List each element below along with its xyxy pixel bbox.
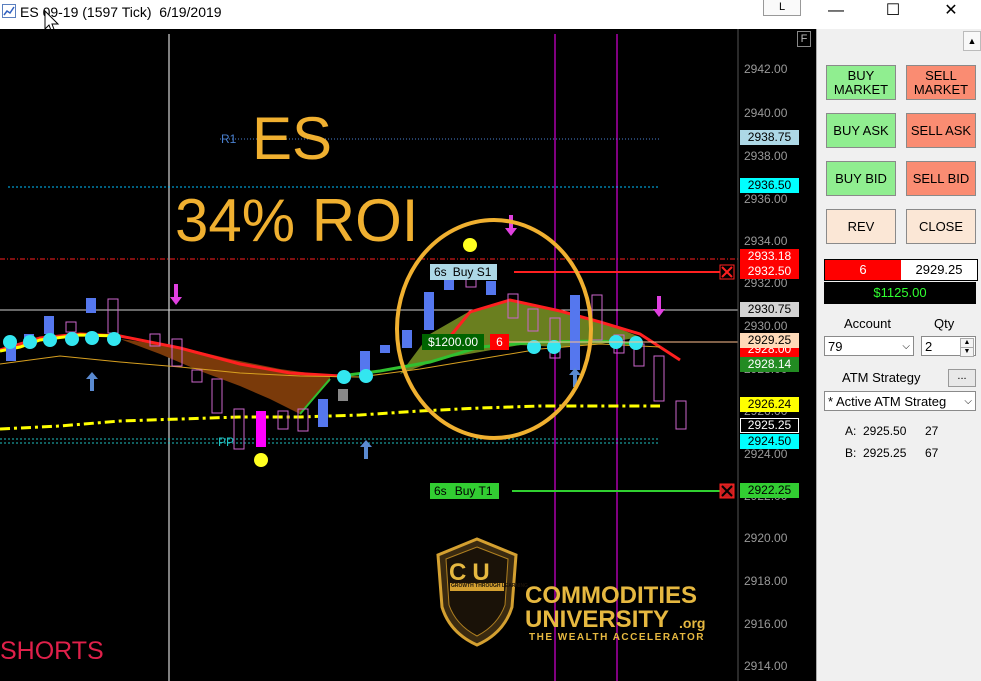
account-value: 79: [828, 339, 843, 354]
qty-label: Qty: [934, 316, 955, 331]
price-tick: 2914.00: [744, 659, 788, 673]
reverse-button[interactable]: REV: [826, 209, 896, 244]
position-display: 6 2929.25: [824, 259, 978, 281]
overlay-roi: 34% ROI: [175, 187, 419, 254]
scroll-up-button[interactable]: ▲: [963, 31, 981, 51]
sell-bid-button[interactable]: SELL BID: [906, 161, 976, 196]
order-entry-panel: ▲ BUY MARKET SELL MARKET BUY ASK SELL AS…: [816, 29, 981, 681]
price-tag-red-level: 2933.18: [740, 249, 799, 264]
position-price: 2929.25: [901, 260, 977, 280]
price-tick: 2916.00: [744, 617, 788, 631]
order-label: Buy S1: [450, 264, 498, 280]
position-qty: 6: [825, 260, 901, 280]
atm-strategy-label: ATM Strategy: [842, 370, 921, 385]
close-position-button[interactable]: CLOSE: [906, 209, 976, 244]
order-label: Buy T1: [450, 483, 499, 499]
commodities-university-logo: CU GROWTH THROUGH LEARNING COMMODITIES U…: [432, 537, 722, 647]
shield-icon: [436, 537, 518, 647]
logo-org: .org: [679, 615, 706, 631]
ask-label: A:: [845, 424, 857, 438]
cancel-order-t1-icon[interactable]: [719, 483, 735, 499]
price-tag-pp: 2924.50: [740, 434, 799, 449]
price-tag-bid: 2925.25: [740, 418, 799, 433]
price-tick: 2920.00: [744, 531, 788, 545]
buy-market-button[interactable]: BUY MARKET: [826, 65, 896, 100]
ask-price: 2925.50: [863, 424, 907, 438]
account-label: Account: [844, 316, 891, 331]
sell-ask-button[interactable]: SELL ASK: [906, 113, 976, 148]
buy-t1-order-label[interactable]: 6s Buy T1: [430, 483, 499, 499]
yellow-signal-dot: [254, 453, 268, 467]
chevron-down-icon: ⌵: [964, 396, 972, 407]
atm-strategy-select[interactable]: * Active ATM Strateg ⌵: [824, 391, 976, 411]
order-qty: 6s: [430, 264, 451, 280]
price-tick: 2934.00: [744, 234, 788, 248]
price-tag-position: 2929.25: [740, 333, 799, 348]
position-pnl: $1200.00: [422, 334, 485, 350]
price-tag-cyan: 2936.50: [740, 178, 799, 193]
price-tag-target: 2922.25: [740, 483, 799, 498]
buy-ask-button[interactable]: BUY ASK: [826, 113, 896, 148]
f-button[interactable]: F: [797, 31, 811, 47]
account-select[interactable]: 79 ⌵: [824, 336, 914, 356]
ask-size: 27: [925, 424, 939, 438]
price-tag-yellow-ma: 2926.24: [740, 397, 799, 412]
minimize-button[interactable]: —: [813, 0, 859, 24]
price-tick: 2918.00: [744, 574, 788, 588]
maximize-button[interactable]: ☐: [870, 0, 916, 24]
position-pnl: $1125.00: [824, 282, 976, 304]
title-bar: ES 09-19 (1597 Tick) 6/19/2019 L — ☐ ✕: [0, 0, 981, 34]
qty-value: 2: [925, 339, 933, 354]
yellow-signal-dot: [463, 238, 477, 252]
price-tick: 2936.00: [744, 192, 788, 206]
quantity-stepper[interactable]: 2 ▲ ▼: [921, 336, 976, 357]
atm-strategy-value: * Active ATM Strateg: [828, 394, 947, 409]
order-qty: 6s: [430, 483, 451, 499]
position-qty: 6: [490, 334, 509, 350]
bearish-cloud: [120, 339, 330, 414]
qty-down-icon[interactable]: ▼: [960, 347, 974, 357]
link-button[interactable]: L: [763, 0, 801, 16]
position-label[interactable]: $1200.00 6: [422, 334, 509, 350]
cancel-order-s1-icon[interactable]: [719, 264, 735, 280]
price-tick: 2930.00: [744, 319, 788, 333]
orange-moving-average: [0, 343, 661, 378]
yellow-short-average: [0, 333, 121, 353]
close-window-button[interactable]: ✕: [928, 0, 974, 24]
buy-bid-button[interactable]: BUY BID: [826, 161, 896, 196]
price-tag-order: 2932.50: [740, 264, 799, 279]
price-tick: 2940.00: [744, 106, 788, 120]
price-tick: 2924.00: [744, 447, 788, 461]
price-tag-last: 2930.75: [740, 302, 799, 317]
price-tag-green-ma: 2928.14: [740, 357, 799, 372]
overlay-symbol: ES: [252, 105, 333, 172]
sell-market-button[interactable]: SELL MARKET: [906, 65, 976, 100]
logo-line2: UNIVERSITY: [525, 606, 670, 633]
logo-motto: GROWTH THROUGH LEARNING: [451, 583, 528, 589]
chevron-down-icon: ⌵: [902, 341, 910, 352]
shorts-label: SHORTS: [0, 637, 104, 665]
price-tick: 2938.00: [744, 149, 788, 163]
r1-label: R1: [221, 132, 237, 146]
pp-label: PP: [218, 435, 235, 449]
logo-tagline: THE WEALTH ACCELERATOR: [529, 632, 705, 643]
buy-s1-order-label[interactable]: 6s Buy S1: [430, 264, 498, 280]
price-chart[interactable]: F 2942.00 2940.00 2938.00 2936.00 2934.0…: [0, 29, 816, 681]
chart-app-icon: [2, 4, 16, 18]
bid-size: 67: [925, 446, 939, 460]
bid-price: 2925.25: [863, 446, 907, 460]
price-tag-r1: 2938.75: [740, 130, 799, 145]
price-tick: 2942.00: [744, 62, 788, 76]
atm-settings-button[interactable]: ...: [948, 369, 976, 387]
up-arrows: [86, 368, 581, 459]
bid-label: B:: [845, 446, 857, 460]
